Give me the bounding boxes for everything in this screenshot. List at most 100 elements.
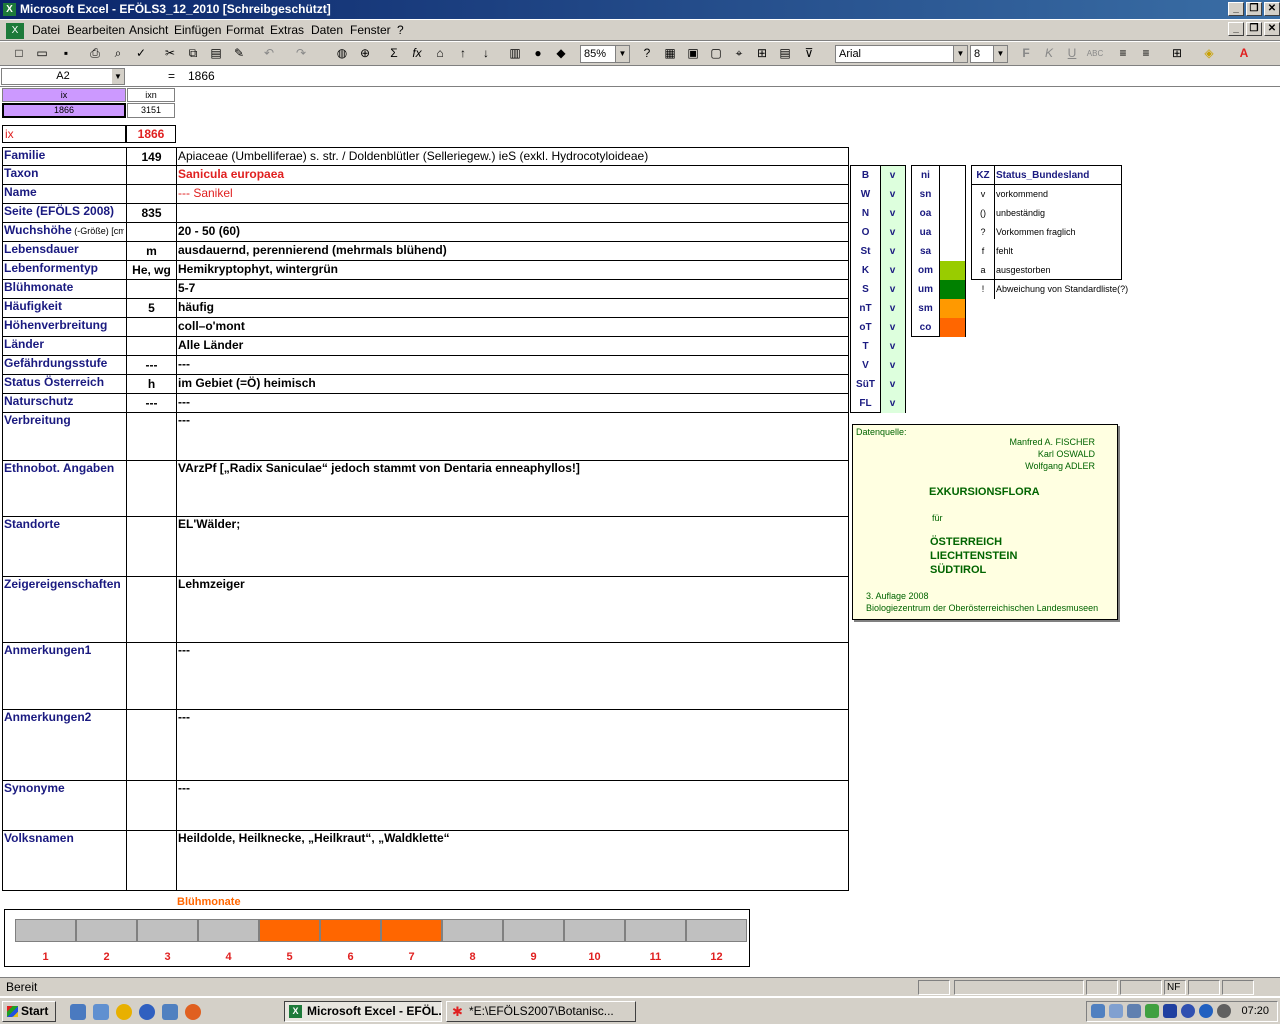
shield-icon[interactable] — [1163, 1004, 1177, 1018]
zone-code[interactable]: sn — [912, 185, 939, 204]
size-select[interactable]: 8 ▼ — [970, 45, 1008, 63]
redo-icon[interactable]: ↷ — [292, 45, 310, 62]
month-bar[interactable] — [15, 919, 76, 942]
hyperlink-icon[interactable]: ⊕ — [356, 45, 374, 62]
state-value[interactable]: v — [880, 318, 905, 337]
preview-icon[interactable]: ⌕ — [109, 45, 127, 62]
ix-header[interactable]: ix — [2, 88, 126, 102]
italic-icon[interactable]: K — [1040, 45, 1058, 62]
state-code[interactable]: St — [851, 242, 880, 261]
row-value[interactable]: Alle Länder — [178, 338, 846, 354]
row-value[interactable]: Apiaceae (Umbelliferae) s. str. / Dolden… — [178, 149, 846, 165]
state-code[interactable]: B — [851, 166, 880, 185]
month-bar[interactable] — [442, 919, 503, 942]
state-value[interactable]: v — [880, 185, 905, 204]
zone-code[interactable]: sm — [912, 299, 939, 318]
font-color-icon[interactable]: A — [1235, 45, 1253, 62]
underline-icon[interactable]: U — [1063, 45, 1081, 62]
row-value[interactable]: --- — [178, 357, 846, 373]
zone-swatch[interactable] — [939, 261, 965, 280]
month-bar[interactable] — [259, 919, 320, 942]
zone-swatch[interactable] — [939, 299, 965, 318]
month-bar[interactable] — [686, 919, 747, 942]
section-value[interactable]: --- — [178, 710, 846, 726]
spelling-icon[interactable]: ✓ — [132, 45, 150, 62]
save-icon[interactable]: ▪ — [57, 45, 75, 62]
drawing-icon[interactable]: ◆ — [552, 45, 570, 62]
zone-code[interactable]: sa — [912, 242, 939, 261]
ie-icon[interactable] — [139, 1004, 155, 1020]
desktop-icon[interactable] — [93, 1004, 109, 1020]
workbook-icon[interactable]: X — [6, 23, 24, 39]
fill-color-icon[interactable]: ◈ — [1200, 45, 1218, 62]
format-painter-icon[interactable]: ✎ — [230, 45, 248, 62]
zone-code[interactable]: oa — [912, 204, 939, 223]
row-code[interactable]: --- — [127, 358, 176, 374]
zone-swatch[interactable] — [939, 280, 965, 299]
zone-swatch[interactable] — [939, 185, 965, 204]
open-icon[interactable]: ▭ — [33, 45, 51, 62]
row-value[interactable]: --- Sanikel — [178, 186, 846, 202]
formula-input[interactable]: 1866 — [188, 69, 215, 83]
row-value[interactable]: 5-7 — [178, 281, 846, 297]
state-value[interactable]: v — [880, 280, 905, 299]
menu-fenster[interactable]: Fenster — [350, 23, 391, 37]
doc-close-button[interactable]: ✕ — [1264, 22, 1280, 36]
row-code[interactable]: 149 — [127, 150, 176, 166]
state-value[interactable]: v — [880, 261, 905, 280]
menu-help[interactable]: ? — [397, 23, 404, 37]
menu-extras[interactable]: Extras — [270, 23, 304, 37]
ixn-header[interactable]: ixn — [127, 88, 175, 102]
section-value[interactable]: --- — [178, 781, 846, 797]
state-code[interactable]: oT — [851, 318, 880, 337]
globe-icon[interactable]: ◍ — [333, 45, 351, 62]
state-code[interactable]: V — [851, 356, 880, 375]
copy-icon[interactable]: ⧉ — [184, 45, 202, 62]
network-icon[interactable] — [1091, 1004, 1105, 1018]
month-bar[interactable] — [503, 919, 564, 942]
state-value[interactable]: v — [880, 299, 905, 318]
state-code[interactable]: O — [851, 223, 880, 242]
doc-minimize-button[interactable]: _ — [1228, 22, 1244, 36]
zone-swatch[interactable] — [939, 242, 965, 261]
month-bar[interactable] — [76, 919, 137, 942]
month-bar[interactable] — [320, 919, 381, 942]
section-value[interactable]: --- — [178, 643, 846, 659]
month-bar[interactable] — [137, 919, 198, 942]
close-button[interactable]: ✕ — [1264, 2, 1280, 16]
sort-desc-icon[interactable]: ↓ — [477, 45, 495, 62]
name-box[interactable]: A2 ▼ — [1, 68, 125, 85]
row-value[interactable]: Hemikryptophyt, wintergrün — [178, 262, 846, 278]
section-value[interactable]: EL'Wälder; — [178, 517, 846, 533]
tray-icon[interactable] — [1181, 1004, 1195, 1018]
source-box[interactable]: Datenquelle: Manfred A. FISCHER Karl OSW… — [852, 424, 1118, 620]
cut-icon[interactable]: ✂ — [161, 45, 179, 62]
outlook-icon[interactable] — [70, 1004, 86, 1020]
menu-format[interactable]: Format — [226, 23, 264, 37]
sort-asc-icon[interactable]: ↑ — [454, 45, 472, 62]
task-excel[interactable]: X Microsoft Excel - EFÖL... — [284, 1001, 442, 1022]
month-bar[interactable] — [198, 919, 259, 942]
row-code[interactable]: 5 — [127, 301, 176, 317]
row-value[interactable] — [178, 205, 846, 221]
month-bar[interactable] — [564, 919, 625, 942]
mail-icon[interactable] — [162, 1004, 178, 1020]
zone-swatch[interactable] — [939, 318, 965, 337]
wizard-icon[interactable]: ⌂ — [431, 45, 449, 62]
volume-icon[interactable] — [1109, 1004, 1123, 1018]
media-icon[interactable] — [116, 1004, 132, 1020]
state-code[interactable]: nT — [851, 299, 880, 318]
zoom-select[interactable]: 85% ▼ — [580, 45, 630, 63]
state-value[interactable]: v — [880, 242, 905, 261]
row-code[interactable]: --- — [127, 396, 176, 412]
doc-icon[interactable]: ▤ — [776, 45, 794, 62]
form-icon[interactable]: ▦ — [661, 45, 679, 62]
restore-button[interactable]: ❐ — [1246, 2, 1262, 16]
state-code[interactable]: SüT — [851, 375, 880, 394]
state-value[interactable]: v — [880, 337, 905, 356]
menu-ansicht[interactable]: Ansicht — [129, 23, 168, 37]
row-value[interactable]: coll–o'mont — [178, 319, 846, 335]
row-value[interactable]: 20 - 50 (60) — [178, 224, 846, 240]
month-bar[interactable] — [381, 919, 442, 942]
firefox-icon[interactable] — [185, 1004, 201, 1020]
